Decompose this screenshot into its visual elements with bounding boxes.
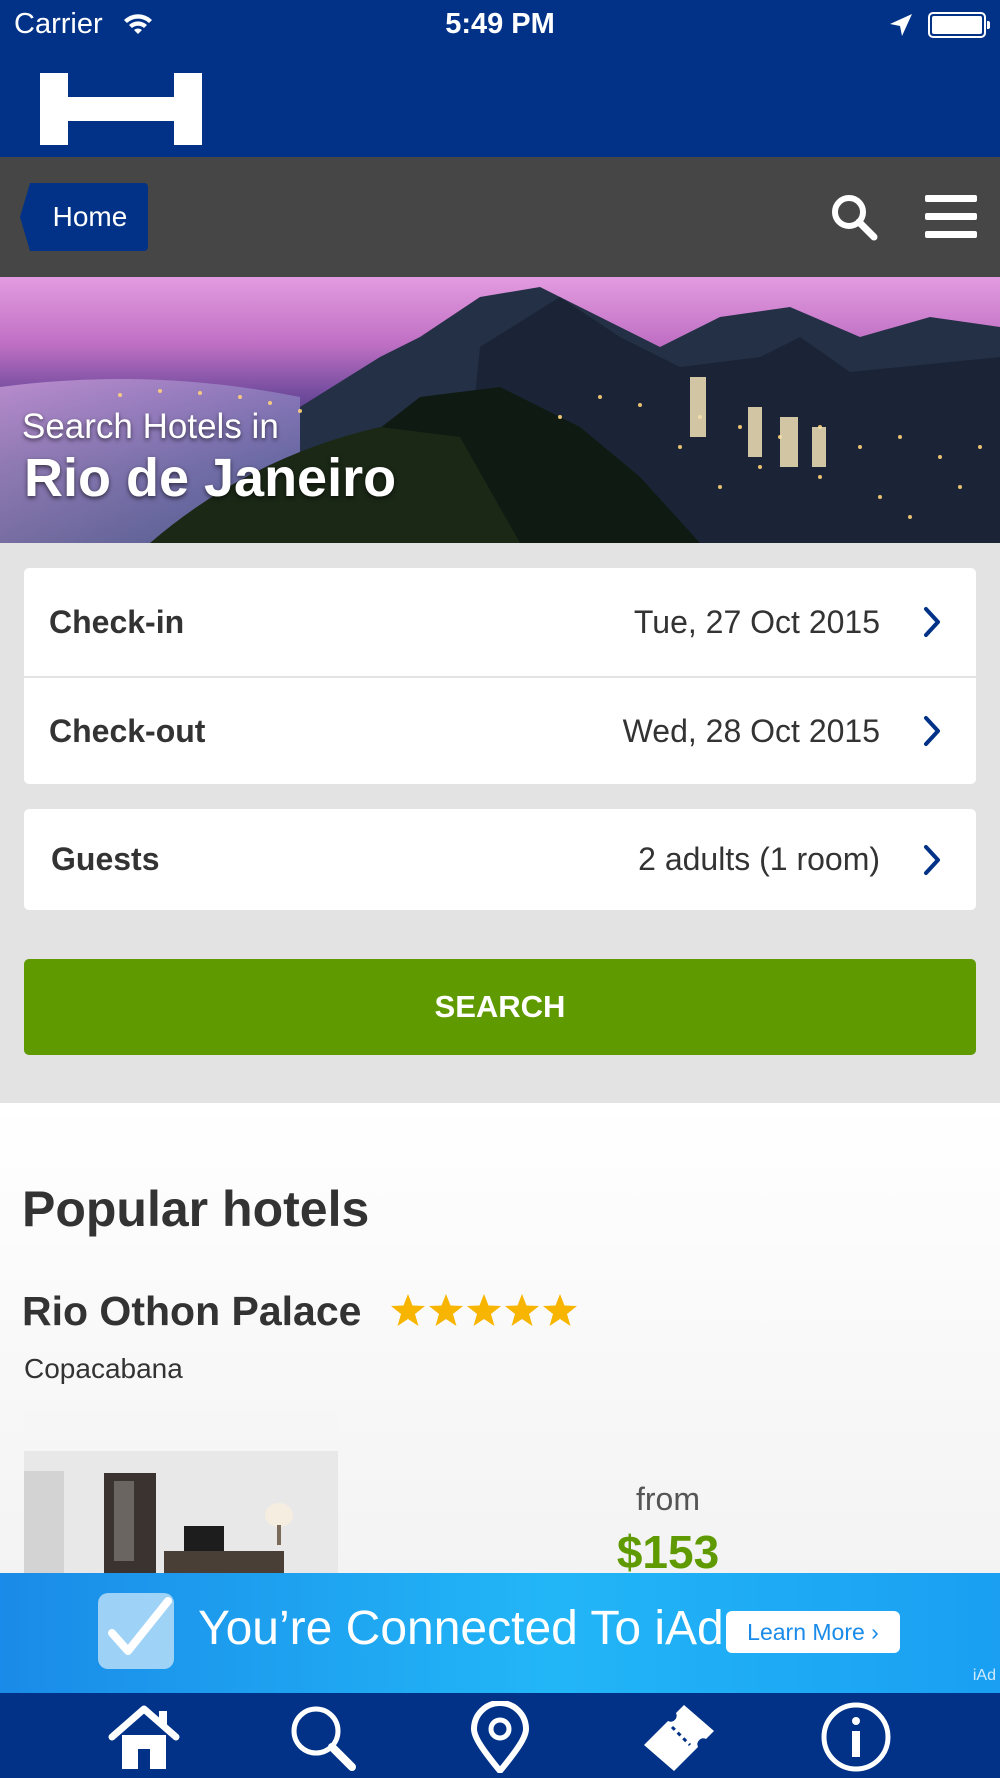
home-back-button[interactable]: Home [20,183,148,251]
home-button-label: Home [52,201,128,232]
hotel-price: $153 [616,1526,720,1578]
chevron-right-icon [924,607,940,637]
home-icon [108,1705,180,1769]
star-icon [391,1294,425,1326]
search-form: Check-in Tue, 27 Oct 2015 Check-out Wed,… [0,543,1000,1103]
iad-label: iAd [972,1667,996,1684]
popular-hotels-title: Popular hotels [22,1181,370,1237]
hotel-name[interactable]: Rio Othon Palace [22,1288,361,1335]
date-card: Check-in Tue, 27 Oct 2015 Check-out Wed,… [24,568,976,784]
checkout-field[interactable]: Check-out Wed, 28 Oct 2015 [24,676,976,784]
star-icon [543,1294,577,1326]
battery-icon [928,12,990,38]
tab-map[interactable] [460,1700,540,1776]
checkin-label: Check-in [49,603,185,640]
guests-value: 2 adults (1 room) [638,841,880,877]
star-icon [467,1294,501,1326]
checkout-label: Check-out [49,712,206,749]
search-button[interactable]: SEARCH [24,959,976,1055]
star-icon [429,1294,463,1326]
nav-bar: Home [0,157,1000,277]
iad-message: You’re Connected To iAd [198,1602,724,1655]
tab-bar [0,1693,1000,1778]
hero-banner: Search Hotels in Rio de Janeiro [0,277,1000,543]
price-from-label: from [636,1481,700,1517]
search-button-label: SEARCH [434,989,566,1024]
checkin-field[interactable]: Check-in Tue, 27 Oct 2015 [24,568,976,676]
brand-header [0,50,1000,157]
guests-label: Guests [51,841,160,877]
search-icon[interactable] [830,193,878,241]
tab-search[interactable] [282,1701,362,1773]
star-icon [505,1294,539,1326]
hotel-area: Copacabana [24,1353,183,1384]
learn-more-button[interactable]: Learn More › [726,1611,900,1653]
hotel-star-rating [390,1293,578,1327]
hero-subtitle: Search Hotels in [22,407,279,446]
guests-card: Guests 2 adults (1 room) [24,809,976,910]
chevron-right-icon [924,716,940,746]
hotel-photo[interactable] [24,1411,338,1581]
ticket-icon [644,1705,714,1771]
status-bar: Carrier 5:49 PM [0,0,1000,50]
search-icon [291,1706,356,1771]
iad-banner[interactable]: You’re Connected To iAd Learn More › iAd [0,1573,1000,1693]
tab-info[interactable] [816,1701,896,1773]
location-arrow-icon [890,14,912,36]
popular-hotels-section: Popular hotels Rio Othon Palace Copacaba… [0,1103,1000,1581]
tab-bookings[interactable] [638,1701,718,1773]
checkout-value: Wed, 28 Oct 2015 [622,712,880,749]
checkmark-icon [98,1593,174,1669]
menu-icon[interactable] [925,195,977,239]
hero-city-title: Rio de Janeiro [24,448,397,508]
status-time: 5:49 PM [445,8,555,40]
checkin-value: Tue, 27 Oct 2015 [633,603,880,640]
chevron-right-icon [924,844,940,875]
tab-home[interactable] [104,1701,184,1773]
location-pin-icon [470,1700,530,1776]
hotels-logo-icon [40,73,202,145]
guests-field[interactable]: Guests 2 adults (1 room) [24,809,976,910]
info-icon [821,1702,891,1772]
